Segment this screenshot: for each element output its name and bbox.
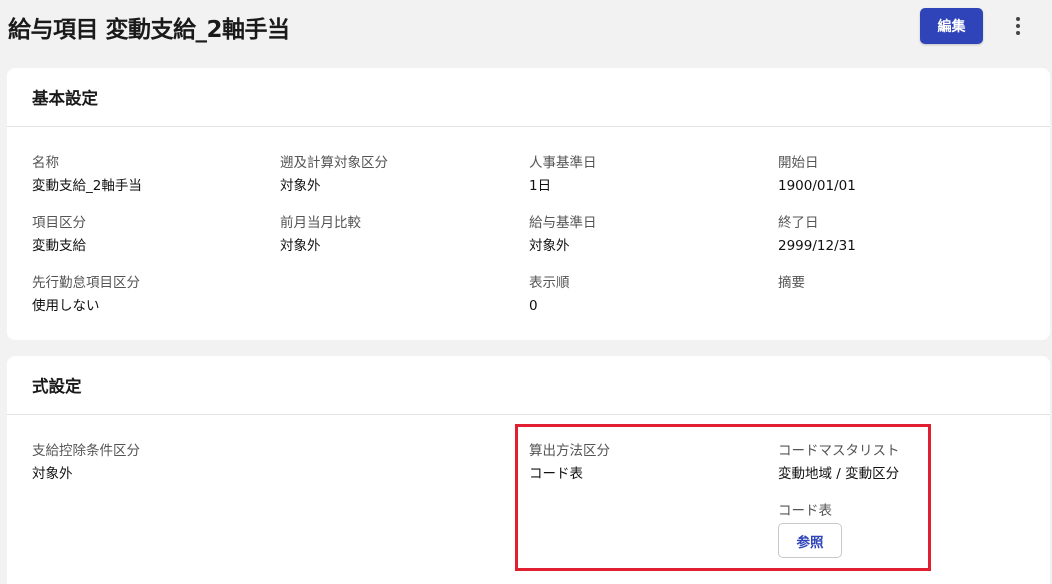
field-value: 変動支給 <box>32 238 86 254</box>
field-calc-method: 算出方法区分 コード表 <box>529 442 610 483</box>
field-label: 算出方法区分 <box>529 443 610 459</box>
field-label: 人事基準日 <box>529 155 597 171</box>
basic-settings-header: 基本設定 <box>7 68 1050 127</box>
field-label: 遡及計算対象区分 <box>280 155 388 171</box>
field-hr-base-date: 人事基準日 1日 <box>529 154 597 195</box>
field-name: 名称 変動支給_2軸手当 <box>32 154 142 195</box>
field-label: 項目区分 <box>32 215 86 231</box>
field-value: 対象外 <box>529 238 570 254</box>
field-label: 表示順 <box>529 275 570 291</box>
edit-button[interactable]: 編集 <box>920 8 983 44</box>
field-value: コード表 <box>529 466 583 482</box>
field-pay-base-date: 給与基準日 対象外 <box>529 214 597 255</box>
field-advance-attendance: 先行勤怠項目区分 使用しない <box>32 274 140 315</box>
field-label: 開始日 <box>778 155 819 171</box>
more-vertical-icon[interactable] <box>1006 12 1030 40</box>
formula-settings-header: 式設定 <box>7 356 1050 415</box>
page-title: 給与項目 変動支給_2軸手当 <box>8 17 290 43</box>
field-code-table: コード表 <box>778 502 832 520</box>
field-label: 給与基準日 <box>529 215 597 231</box>
field-display-order: 表示順 0 <box>529 274 570 315</box>
field-label: 終了日 <box>778 215 819 231</box>
field-label: 支給控除条件区分 <box>32 443 140 459</box>
field-pay-deduct-condition: 支給控除条件区分 対象外 <box>32 442 140 483</box>
field-value: 対象外 <box>280 238 321 254</box>
field-label: 摘要 <box>778 275 805 291</box>
field-value: 2999/12/31 <box>778 238 856 254</box>
field-label: 名称 <box>32 155 59 171</box>
reference-button[interactable]: 参照 <box>778 523 842 558</box>
field-end-date: 終了日 2999/12/31 <box>778 214 856 255</box>
field-label: コード表 <box>778 503 832 519</box>
field-value: 変動支給_2軸手当 <box>32 178 142 194</box>
field-start-date: 開始日 1900/01/01 <box>778 154 856 195</box>
field-value: 1日 <box>529 178 552 194</box>
field-value: 0 <box>529 298 538 314</box>
field-label: 先行勤怠項目区分 <box>32 275 140 291</box>
field-value: 対象外 <box>32 466 73 482</box>
field-value: 対象外 <box>280 178 321 194</box>
field-retro: 遡及計算対象区分 対象外 <box>280 154 388 195</box>
field-item-type: 項目区分 変動支給 <box>32 214 86 255</box>
field-label: 前月当月比較 <box>280 215 361 231</box>
field-prev-month-compare: 前月当月比較 対象外 <box>280 214 361 255</box>
field-code-master-list: コードマスタリスト 変動地域 / 変動区分 <box>778 442 900 483</box>
field-value: 変動地域 / 変動区分 <box>778 466 900 482</box>
field-label: コードマスタリスト <box>778 443 900 459</box>
field-summary: 摘要 <box>778 274 805 292</box>
field-value: 使用しない <box>32 298 100 314</box>
field-value: 1900/01/01 <box>778 178 856 194</box>
